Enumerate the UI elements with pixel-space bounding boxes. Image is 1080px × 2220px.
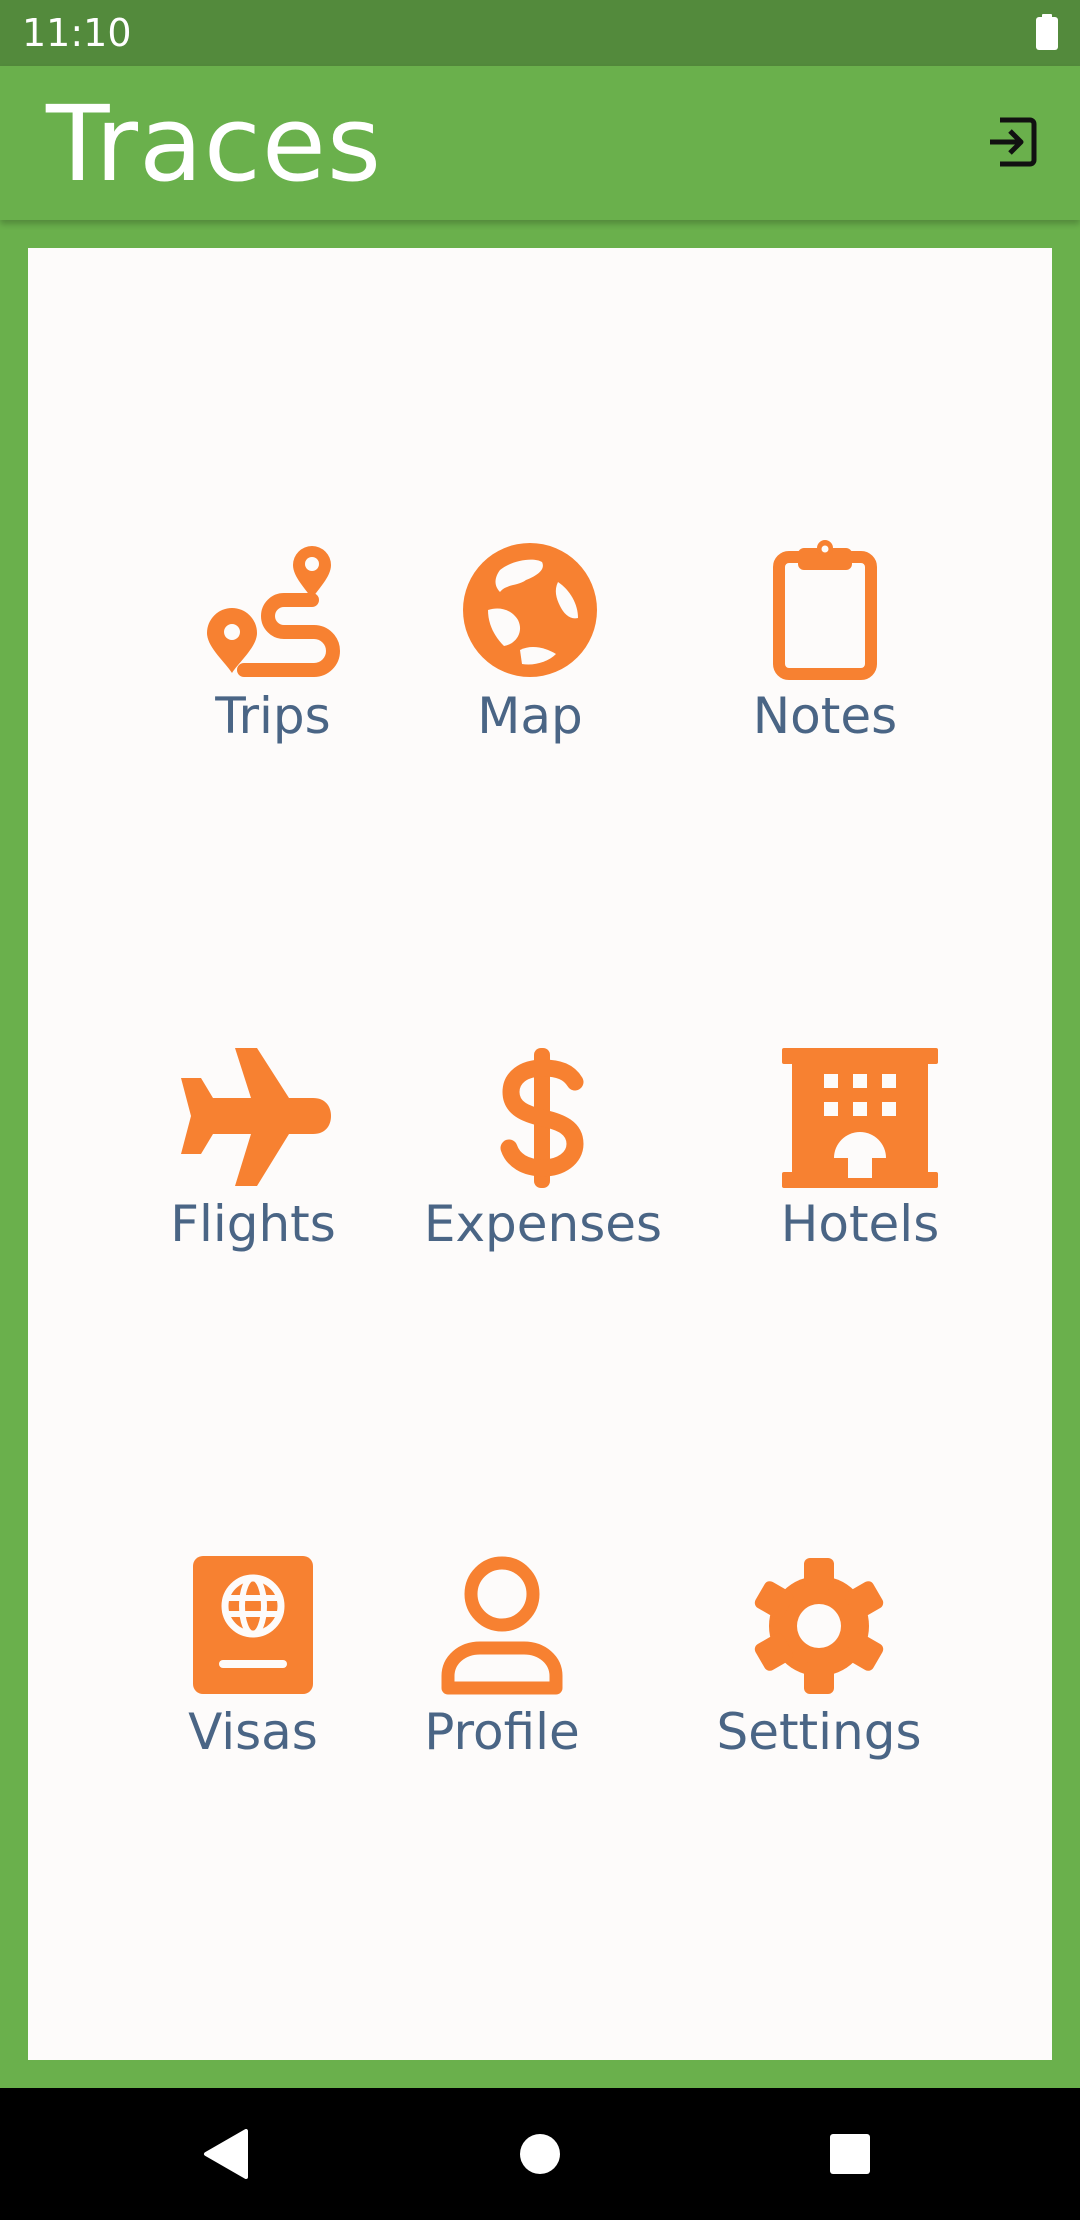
status-time: 11:10 [22, 11, 132, 55]
recents-button[interactable] [820, 2124, 880, 2184]
home-button[interactable] [510, 2124, 570, 2184]
menu-item-label: Map [477, 687, 583, 745]
menu-item-label: Profile [424, 1703, 580, 1761]
home-icon [520, 2134, 560, 2174]
menu-item-label: Visas [188, 1703, 318, 1761]
dollar-icon [463, 1048, 623, 1188]
status-bar: 11:10 [0, 0, 1080, 66]
app-bar: Traces [0, 66, 1080, 220]
airplane-icon [173, 1048, 333, 1188]
clipboard-icon [745, 540, 905, 680]
menu-item-profile[interactable]: Profile [342, 1556, 662, 1762]
passport-icon [173, 1556, 333, 1696]
recents-icon [830, 2134, 870, 2174]
globe-icon [450, 540, 610, 680]
menu-item-map[interactable]: Map [370, 540, 690, 746]
hotel-icon [780, 1048, 940, 1188]
logout-button[interactable] [982, 112, 1042, 172]
menu-item-label: Settings [716, 1703, 922, 1761]
menu-item-notes[interactable]: Notes [665, 540, 985, 746]
menu-item-label: Trips [215, 687, 331, 745]
menu-item-label: Hotels [780, 1195, 940, 1253]
user-icon [422, 1556, 582, 1696]
app-title: Traces [46, 83, 383, 205]
gear-icon [739, 1556, 899, 1696]
menu-item-flights[interactable]: Flights [93, 1048, 413, 1254]
menu-item-settings[interactable]: Settings [659, 1556, 979, 1762]
menu-item-expenses[interactable]: Expenses [383, 1048, 703, 1254]
system-nav-bar [0, 2088, 1080, 2220]
route-icon [193, 540, 353, 680]
menu-card: Trips Map Notes Flights Expenses Hotels … [28, 248, 1052, 2060]
back-icon [204, 2129, 248, 2179]
battery-icon [1036, 14, 1058, 50]
back-button[interactable] [196, 2124, 256, 2184]
logout-icon [990, 117, 1037, 167]
menu-item-label: Notes [752, 687, 898, 745]
menu-item-label: Expenses [423, 1195, 663, 1253]
menu-item-label: Flights [170, 1195, 336, 1253]
menu-item-hotels[interactable]: Hotels [700, 1048, 1020, 1254]
